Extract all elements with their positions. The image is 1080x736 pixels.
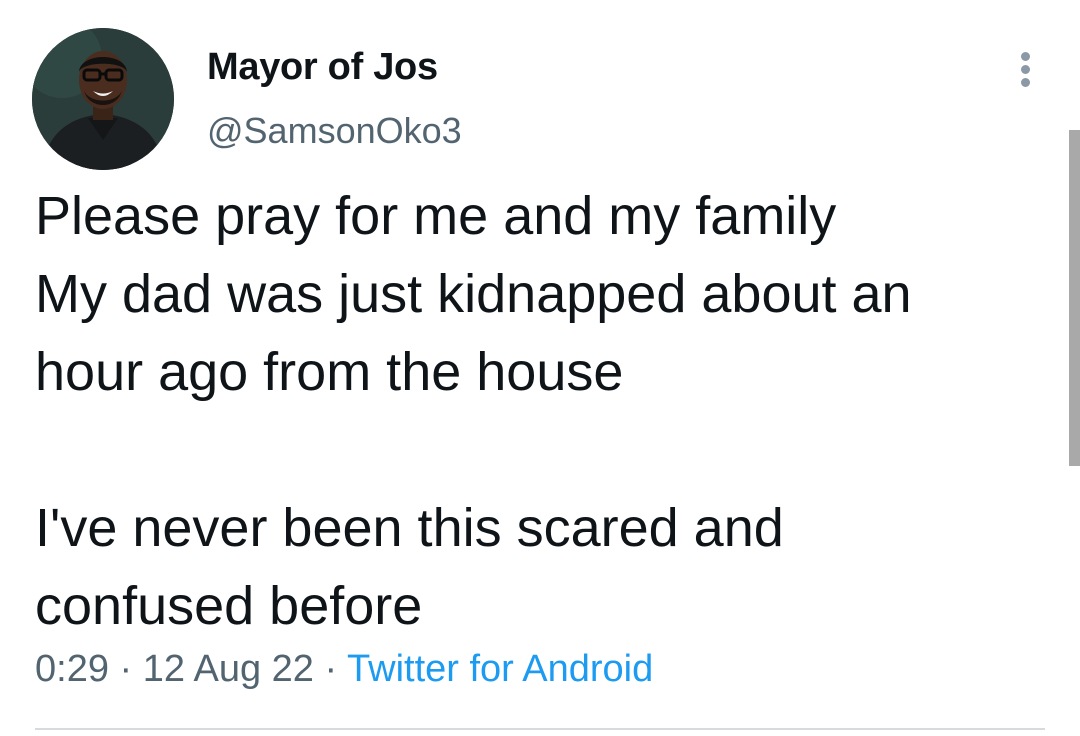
meta-separator: · xyxy=(119,648,133,690)
more-options-button[interactable] xyxy=(1006,46,1046,92)
tweet-card: Mayor of Jos @SamsonOko3 Please pray for… xyxy=(0,0,1080,736)
tweet-time[interactable]: 0:29 xyxy=(35,648,109,690)
display-name[interactable]: Mayor of Jos xyxy=(207,46,438,89)
tweet-text: Please pray for me and my family My dad … xyxy=(35,186,912,636)
more-vertical-icon-dot xyxy=(1021,78,1030,87)
avatar[interactable] xyxy=(32,28,174,170)
scrollbar[interactable] xyxy=(1069,130,1080,466)
tweet-date[interactable]: 12 Aug 22 xyxy=(143,648,314,690)
meta-separator: · xyxy=(324,648,338,690)
user-handle[interactable]: @SamsonOko3 xyxy=(207,110,462,152)
divider xyxy=(35,728,1045,730)
more-vertical-icon xyxy=(1021,52,1030,61)
tweet-metadata: 0:29 · 12 Aug 22 · Twitter for Android xyxy=(35,648,653,691)
profile-photo-icon xyxy=(32,28,174,170)
more-vertical-icon-dot xyxy=(1021,65,1030,74)
tweet-source-link[interactable]: Twitter for Android xyxy=(347,648,653,690)
